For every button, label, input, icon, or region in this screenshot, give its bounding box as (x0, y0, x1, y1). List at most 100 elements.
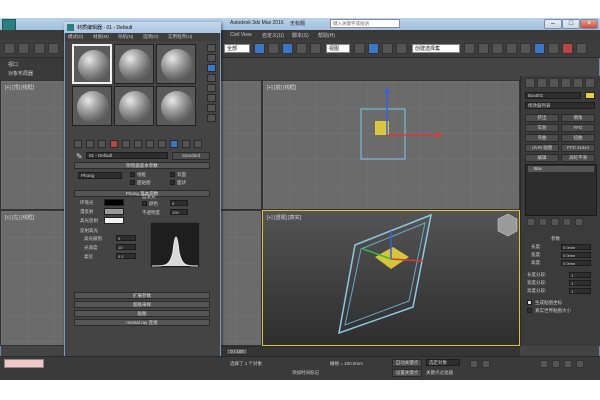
next-frame-icon[interactable] (482, 360, 490, 368)
face-map-checkbox[interactable] (130, 180, 135, 185)
two-sided-checkbox[interactable] (170, 172, 175, 177)
rollout-header[interactable]: 超级采样 (74, 301, 210, 308)
render-frame-icon[interactable] (562, 43, 573, 54)
param-value[interactable]: 1 (569, 288, 591, 294)
select-object-icon[interactable] (254, 43, 265, 54)
modifier-button[interactable]: 倒角 (561, 114, 595, 122)
menu-item-civil-view[interactable]: Civil View (230, 32, 252, 38)
hierarchy-tab-icon[interactable] (549, 78, 559, 88)
material-slot[interactable] (156, 44, 196, 84)
assign-material-icon[interactable] (98, 140, 106, 148)
link-icon[interactable] (34, 43, 45, 54)
material-slot[interactable] (72, 86, 112, 126)
maximize-viewport-icon[interactable] (576, 360, 584, 368)
param-value[interactable]: 0.0mm (561, 252, 591, 258)
named-selection-dropdown[interactable]: 创建选择集 (412, 44, 460, 53)
modifier-button[interactable]: FFD (561, 124, 595, 132)
make-copy-icon[interactable] (122, 140, 130, 148)
maximize-icon[interactable]: □ (562, 19, 580, 29)
remove-modifier-icon[interactable] (563, 218, 571, 226)
layer-icon[interactable] (492, 43, 503, 54)
backlight-icon[interactable] (207, 54, 216, 62)
add-time-tag-label[interactable]: 添加时间标记 (292, 370, 319, 376)
make-unique-icon[interactable] (551, 218, 559, 226)
param-value[interactable]: 1 (569, 272, 591, 278)
soften-value[interactable]: 0.1 (116, 253, 136, 259)
mated-menu-item[interactable]: 模式(D) (68, 34, 83, 40)
undo-icon[interactable] (4, 43, 15, 54)
modifier-button[interactable]: 挤出 (525, 114, 559, 122)
option-checkbox[interactable] (527, 300, 532, 305)
background-icon[interactable] (207, 64, 216, 72)
glossiness-value[interactable]: 10 (116, 244, 136, 250)
redo-icon[interactable] (18, 43, 29, 54)
diffuse-color-swatch[interactable] (104, 208, 124, 215)
material-type-button[interactable]: Standard (172, 152, 210, 160)
selection-filter-dropdown[interactable]: 全部 (224, 44, 250, 53)
self-illum-value[interactable]: 0 (170, 200, 188, 206)
select-scale-icon[interactable] (310, 43, 321, 54)
left-panel-item[interactable]: 对象布局器 (8, 70, 33, 77)
sample-uv-tiling-icon[interactable] (207, 74, 216, 82)
select-by-name-icon[interactable] (268, 43, 279, 54)
eyedropper-icon[interactable]: ✎ (76, 152, 83, 161)
display-tab-icon[interactable] (573, 78, 583, 88)
create-tab-icon[interactable] (525, 78, 535, 88)
render-icon[interactable] (576, 43, 587, 54)
object-color-swatch[interactable] (585, 92, 595, 99)
mated-menu-item[interactable]: 导航(N) (118, 34, 133, 40)
orbit-icon[interactable] (564, 360, 572, 368)
align-icon[interactable] (478, 43, 489, 54)
rollout-header[interactable]: 扩展参数 (74, 292, 210, 299)
reset-map-icon[interactable] (110, 140, 118, 148)
mirror-icon[interactable] (464, 43, 475, 54)
material-id-icon[interactable] (158, 140, 166, 148)
play-icon[interactable] (470, 360, 478, 368)
schematic-icon[interactable] (520, 43, 531, 54)
show-in-viewport-icon[interactable] (170, 140, 178, 148)
show-end-result-icon[interactable] (539, 218, 547, 226)
frame-counter[interactable]: 0 / 100 (226, 348, 248, 355)
maxscript-listener[interactable] (4, 359, 44, 368)
mated-menu-item[interactable]: 选项(O) (143, 34, 159, 40)
make-preview-icon[interactable] (207, 94, 216, 102)
select-rotate-icon[interactable] (296, 43, 307, 54)
material-slot[interactable] (114, 44, 154, 84)
modifier-button[interactable]: 扭曲 (561, 134, 595, 142)
key-filter-dropdown[interactable]: 选定对象 (426, 359, 460, 366)
video-color-check-icon[interactable] (207, 84, 216, 92)
rollout-header[interactable]: 贴图 (74, 310, 210, 317)
minimize-icon[interactable]: – (544, 19, 562, 29)
param-value[interactable]: 0.0mm (561, 260, 591, 266)
viewport-perspective[interactable]: [+] [透视] [真实] (262, 210, 520, 346)
auto-key-button[interactable]: 自动关键点 (392, 359, 422, 367)
modifier-button[interactable]: UVW 贴图 (525, 144, 559, 152)
shader-type-dropdown[interactable]: Phong (78, 172, 122, 179)
menu-item-customize[interactable]: 自定义(U) (262, 32, 284, 39)
pin-stack-icon[interactable] (527, 218, 535, 226)
option-checkbox[interactable] (527, 308, 532, 313)
material-editor-icon[interactable] (534, 43, 545, 54)
make-unique-icon[interactable] (134, 140, 142, 148)
utilities-tab-icon[interactable] (585, 78, 595, 88)
curve-editor-icon[interactable] (506, 43, 517, 54)
self-illum-color-checkbox[interactable] (142, 201, 147, 206)
go-to-parent-icon[interactable] (194, 140, 202, 148)
param-value[interactable]: 1 (569, 280, 591, 286)
select-by-material-icon[interactable] (207, 114, 216, 122)
modifier-stack[interactable]: Box (525, 164, 597, 216)
sample-type-icon[interactable] (207, 44, 216, 52)
material-slot[interactable] (72, 44, 112, 84)
time-slider[interactable]: 0 / 100 (222, 346, 520, 356)
modifier-button[interactable]: 涡轮平滑 (561, 154, 595, 162)
specular-level-value[interactable]: 0 (116, 235, 136, 241)
put-to-library-icon[interactable] (146, 140, 154, 148)
rollout-header[interactable]: 明暗器基本参数 (74, 162, 210, 169)
specular-color-swatch[interactable] (104, 217, 124, 224)
stack-item[interactable]: Box (528, 166, 594, 172)
close-icon[interactable]: × (580, 19, 598, 29)
ambient-color-swatch[interactable] (104, 199, 124, 206)
get-material-icon[interactable] (74, 140, 82, 148)
modifier-button[interactable]: 车削 (525, 124, 559, 132)
search-input[interactable]: 键入关键字或短语 (330, 19, 400, 28)
